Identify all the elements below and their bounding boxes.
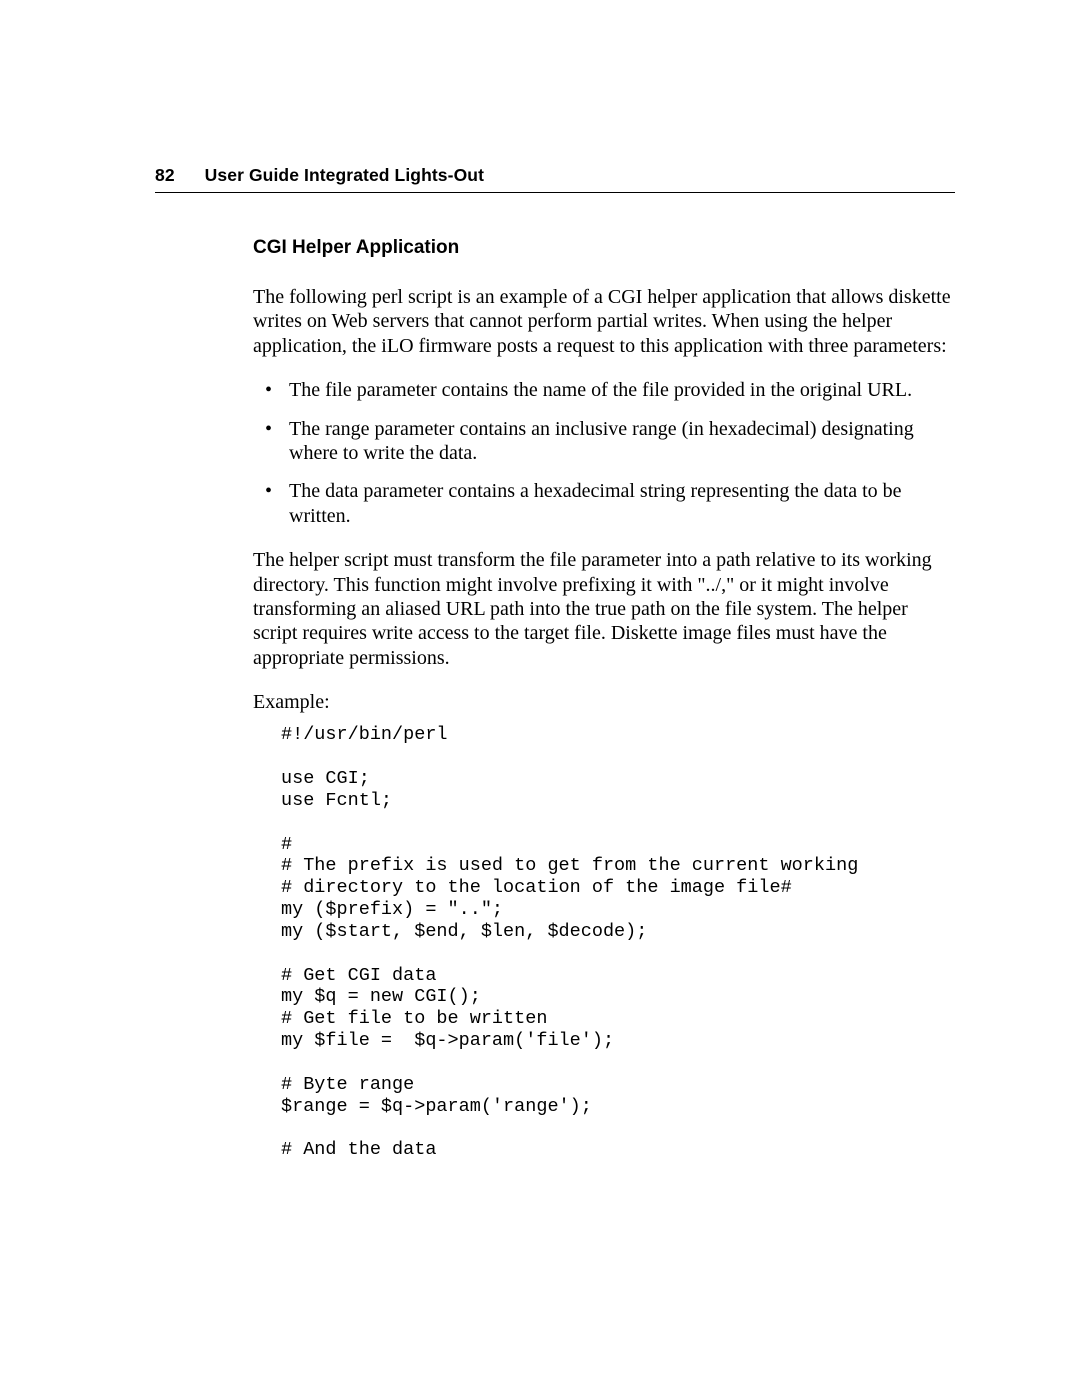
bullet-list: • The file parameter contains the name of… [253, 378, 955, 528]
running-header: 82 User Guide Integrated Lights-Out [155, 165, 955, 193]
bullet-icon: • [265, 417, 272, 441]
document-page: 82 User Guide Integrated Lights-Out CGI H… [0, 0, 1080, 1397]
content-block: CGI Helper Application The following per… [253, 237, 955, 1161]
bullet-text: The data parameter contains a hexadecima… [289, 480, 902, 526]
header-title: User Guide Integrated Lights-Out [205, 165, 484, 185]
section-heading: CGI Helper Application [253, 237, 955, 259]
bullet-icon: • [265, 479, 272, 503]
list-item: • The range parameter contains an inclusi… [253, 417, 955, 466]
example-label: Example: [253, 690, 955, 714]
code-block: #!/usr/bin/perl use CGI; use Fcntl; # # … [281, 724, 955, 1161]
middle-paragraph: The helper script must transform the fil… [253, 548, 955, 670]
list-item: • The data parameter contains a hexadecim… [253, 479, 955, 528]
bullet-text: The file parameter contains the name of … [289, 379, 912, 401]
list-item: • The file parameter contains the name of… [253, 378, 955, 402]
bullet-icon: • [265, 378, 272, 402]
page-number: 82 [155, 165, 175, 186]
bullet-text: The range parameter contains an inclusiv… [289, 418, 914, 464]
intro-paragraph: The following perl script is an example … [253, 285, 955, 358]
